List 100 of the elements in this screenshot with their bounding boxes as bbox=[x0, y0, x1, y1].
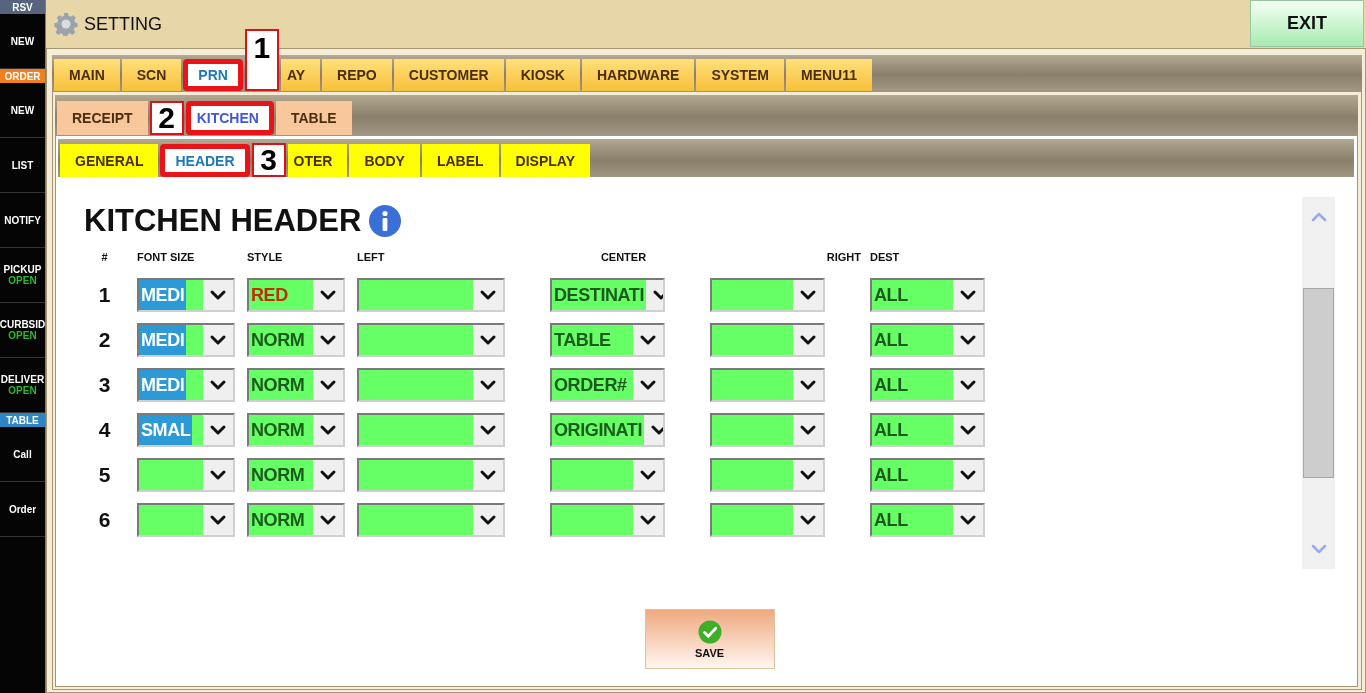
dropdown[interactable] bbox=[710, 503, 825, 537]
dropdown-value: ORDER# bbox=[553, 373, 628, 397]
dropdown-value: ALL bbox=[873, 328, 909, 352]
dropdown[interactable]: ALL bbox=[870, 368, 985, 402]
row-number: 1 bbox=[97, 283, 112, 307]
dropdown[interactable]: ALL bbox=[870, 278, 985, 312]
dropdown[interactable]: TABLE bbox=[550, 323, 665, 357]
sidebar-item[interactable]: CURBSID bbox=[0, 319, 45, 330]
dropdown-value: ALL bbox=[873, 463, 909, 487]
dropdown[interactable]: RED bbox=[247, 278, 345, 312]
dropdown-value: NORM bbox=[250, 463, 306, 487]
dropdown[interactable]: ALL bbox=[870, 458, 985, 492]
status-text: OPEN bbox=[8, 275, 37, 286]
scrollbar[interactable] bbox=[1302, 197, 1335, 569]
dropdown[interactable]: NORM bbox=[247, 368, 345, 402]
dropdown[interactable] bbox=[550, 458, 665, 492]
tab[interactable]: PRN bbox=[183, 59, 243, 91]
dropdown[interactable]: DESTINATI bbox=[550, 278, 665, 312]
dropdown[interactable] bbox=[357, 278, 505, 312]
tab[interactable]: SYSTEM bbox=[696, 59, 784, 91]
tab[interactable]: AY bbox=[280, 59, 321, 91]
window-title: SETTING bbox=[84, 13, 163, 35]
dropdown[interactable] bbox=[710, 323, 825, 357]
exit-button[interactable]: EXIT bbox=[1250, 0, 1364, 47]
dropdown[interactable] bbox=[357, 323, 505, 357]
dropdown[interactable] bbox=[357, 503, 505, 537]
tab[interactable]: MENU11 bbox=[786, 59, 873, 91]
dropdown-value: ALL bbox=[873, 283, 909, 307]
column-header: STYLE bbox=[247, 251, 284, 265]
dropdown[interactable]: NORM bbox=[247, 458, 345, 492]
tab[interactable]: TABLE bbox=[275, 101, 352, 135]
dropdown[interactable] bbox=[550, 503, 665, 537]
dropdown[interactable] bbox=[710, 458, 825, 492]
section-title: KITCHEN HEADER bbox=[84, 203, 362, 239]
tab[interactable]: HEADER bbox=[160, 144, 250, 177]
sidebar-item[interactable]: DELIVER bbox=[0, 374, 45, 385]
dropdown-value: SMAL bbox=[139, 415, 193, 445]
callout-number: 3 bbox=[251, 143, 286, 177]
column-header: # bbox=[100, 251, 109, 265]
dropdown[interactable]: ALL bbox=[870, 503, 985, 537]
sidebar-group-title: ORDER bbox=[0, 69, 45, 83]
dropdown[interactable] bbox=[137, 458, 235, 492]
dropdown[interactable] bbox=[357, 458, 505, 492]
row-number: 5 bbox=[97, 463, 112, 487]
tab[interactable]: CUSTOMER bbox=[393, 59, 504, 91]
tab[interactable]: KIOSK bbox=[505, 59, 580, 91]
tab[interactable]: LABEL bbox=[421, 144, 499, 177]
sidebar-item[interactable]: NEW bbox=[10, 104, 35, 116]
status-text: OPEN bbox=[8, 330, 37, 341]
sidebar-item[interactable]: NEW bbox=[10, 35, 35, 47]
sidebar-item[interactable]: LIST bbox=[11, 159, 34, 171]
tab[interactable]: RECEIPT bbox=[57, 101, 148, 135]
dropdown-value: MEDI bbox=[139, 280, 187, 310]
dropdown-value: TABLE bbox=[553, 328, 612, 352]
tab[interactable]: GENERAL bbox=[60, 144, 159, 177]
callout-number: 1 bbox=[244, 29, 279, 91]
check-icon bbox=[697, 619, 722, 644]
column-header: RIGHT bbox=[825, 251, 861, 265]
sidebar-group-title: TABLE bbox=[0, 413, 45, 427]
row-number: 6 bbox=[97, 508, 112, 532]
dropdown[interactable] bbox=[710, 368, 825, 402]
dropdown-value: NORM bbox=[250, 328, 306, 352]
dropdown-value: MEDI bbox=[139, 370, 187, 400]
sidebar-item[interactable]: Order bbox=[8, 503, 37, 515]
dropdown[interactable]: NORM bbox=[247, 323, 345, 357]
dropdown[interactable] bbox=[137, 503, 235, 537]
tab[interactable]: MAIN bbox=[54, 59, 120, 91]
gear-icon bbox=[54, 12, 78, 36]
dropdown[interactable] bbox=[357, 368, 505, 402]
dropdown-value: MEDI bbox=[139, 325, 187, 355]
tab[interactable]: HARDWARE bbox=[581, 59, 695, 91]
row-number: 2 bbox=[97, 328, 112, 352]
tab[interactable]: BODY bbox=[349, 144, 420, 177]
dropdown[interactable]: ORIGINATI bbox=[550, 413, 665, 447]
dropdown[interactable]: NORM bbox=[247, 503, 345, 537]
dropdown-value: NORM bbox=[250, 508, 306, 532]
sidebar-group-title: RSV bbox=[0, 0, 45, 14]
sidebar-item[interactable]: NOTIFY bbox=[4, 214, 41, 226]
row-number: 4 bbox=[97, 418, 112, 442]
sidebar-item[interactable]: PICKUP bbox=[3, 264, 42, 275]
dropdown[interactable] bbox=[710, 278, 825, 312]
dropdown-value: RED bbox=[250, 283, 289, 307]
dropdown[interactable]: ALL bbox=[870, 323, 985, 357]
dropdown[interactable]: NORM bbox=[247, 413, 345, 447]
dropdown-value: ALL bbox=[873, 418, 909, 442]
dropdown-value: ORIGINATI bbox=[553, 418, 644, 442]
tab[interactable]: SCN bbox=[121, 59, 182, 91]
info-icon[interactable] bbox=[369, 205, 402, 237]
dropdown[interactable]: ALL bbox=[870, 413, 985, 447]
dropdown[interactable] bbox=[710, 413, 825, 447]
sidebar-item[interactable]: Call bbox=[13, 448, 32, 460]
tab[interactable]: KITCHEN bbox=[185, 101, 274, 135]
tab[interactable]: REPO bbox=[322, 59, 392, 91]
dropdown[interactable] bbox=[357, 413, 505, 447]
tab[interactable]: OTER bbox=[287, 144, 348, 177]
dropdown-value: NORM bbox=[250, 373, 306, 397]
tab[interactable]: DISPLAY bbox=[500, 144, 590, 177]
callout-number: 2 bbox=[149, 101, 184, 135]
dropdown[interactable]: ORDER# bbox=[550, 368, 665, 402]
save-button[interactable]: SAVE bbox=[644, 609, 775, 669]
